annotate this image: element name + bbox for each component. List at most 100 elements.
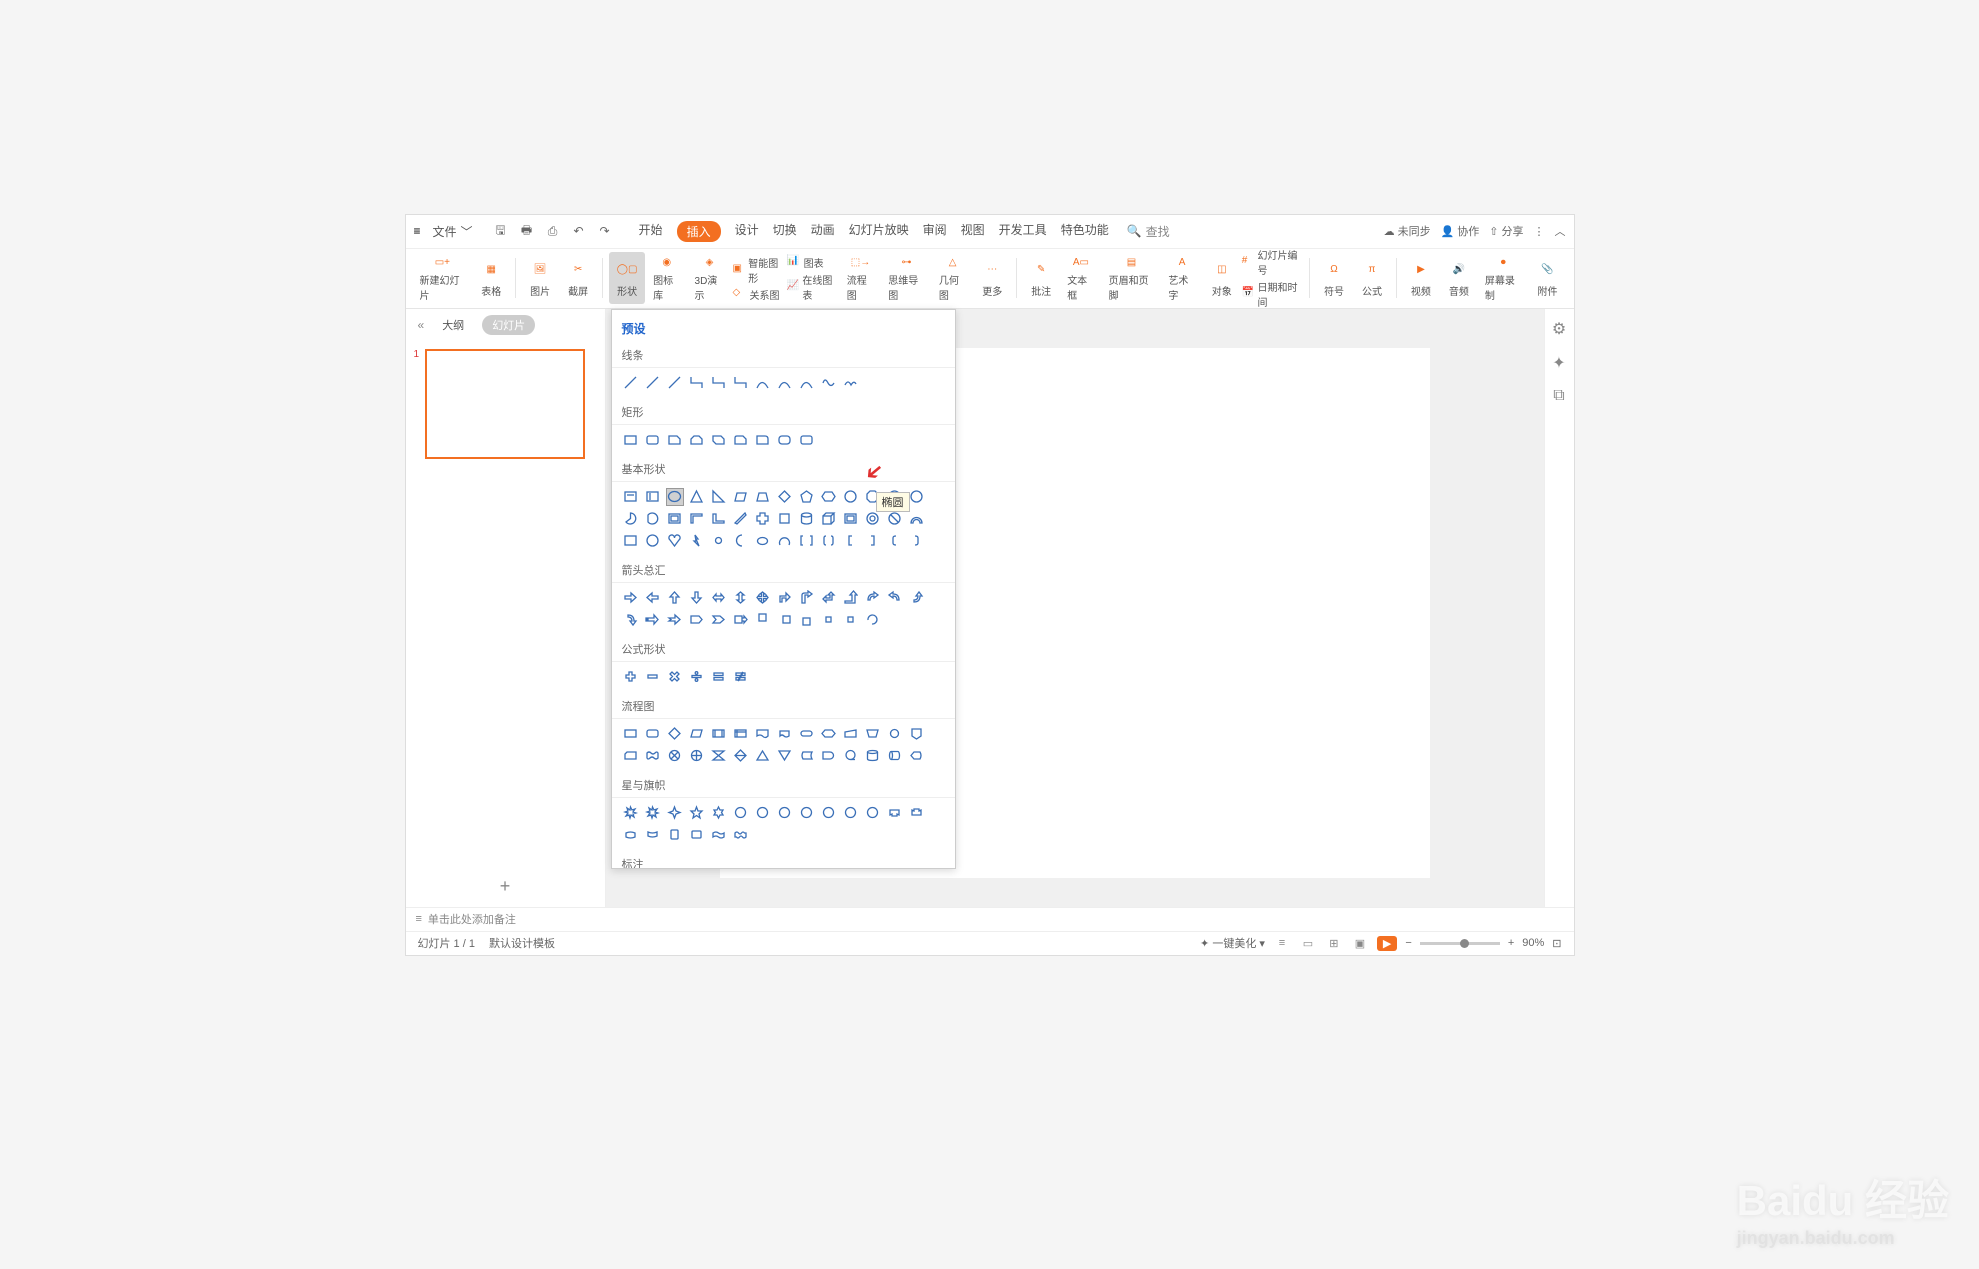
audio-button[interactable]: 🔊音频 [1441, 252, 1477, 304]
shape-arrow-curved-left[interactable] [886, 589, 904, 607]
shape-star5[interactable] [688, 804, 706, 822]
shape-smiley[interactable] [644, 532, 662, 550]
screen-record-button[interactable]: ⏺屏幕录制 [1479, 252, 1528, 304]
zoom-out[interactable]: − [1405, 937, 1411, 949]
3d-button[interactable]: ◈3D演示 [689, 252, 731, 304]
comment-button[interactable]: ✎批注 [1023, 252, 1059, 304]
view-normal-icon[interactable]: ▭ [1299, 934, 1317, 952]
shape-pentagon[interactable] [798, 488, 816, 506]
shape-bevel[interactable] [842, 510, 860, 528]
shape-ribbon-curved-down[interactable] [644, 826, 662, 844]
shape-fc-tape[interactable] [644, 747, 662, 765]
magic-icon[interactable]: ✦ [1552, 353, 1565, 373]
shape-star8[interactable] [754, 804, 772, 822]
more-button[interactable]: ⋯更多 [974, 252, 1010, 304]
collab-button[interactable]: 👤 协作 [1441, 223, 1480, 239]
shape-fc-collate[interactable] [710, 747, 728, 765]
hamburger-icon[interactable]: ≡ [414, 224, 421, 238]
shape-cube[interactable] [820, 510, 838, 528]
shape-bracket-right[interactable] [864, 532, 882, 550]
notes-icon[interactable]: ≡ [416, 913, 422, 925]
wordart-button[interactable]: A艺术字 [1162, 252, 1201, 304]
shape-wave[interactable] [710, 826, 728, 844]
shape-fc-document[interactable] [754, 725, 772, 743]
shape-moon[interactable] [732, 532, 750, 550]
shape-bracket-pair[interactable] [798, 532, 816, 550]
search-box[interactable]: 🔍 查找 [1127, 223, 1170, 240]
save-icon[interactable]: 🖫 [493, 223, 509, 239]
shape-arrow-curved-down[interactable] [622, 611, 640, 629]
sync-status[interactable]: ☁ 未同步 [1384, 223, 1431, 239]
shape-fc-delay[interactable] [820, 747, 838, 765]
shape-fc-sum[interactable] [666, 747, 684, 765]
shape-fc-connector[interactable] [886, 725, 904, 743]
shape-equal[interactable] [710, 668, 728, 686]
shape-frame[interactable] [666, 510, 684, 528]
shape-heptagon[interactable] [842, 488, 860, 506]
shape-dodecagon[interactable] [908, 488, 926, 506]
rel-diagram-button[interactable]: ◇关系图 [733, 287, 785, 302]
shape-round1[interactable] [754, 431, 772, 449]
shape-block-arc[interactable] [908, 510, 926, 528]
shape-arrow-callout-r[interactable] [732, 611, 750, 629]
shape-arrow-callout-quad[interactable] [842, 611, 860, 629]
shape-arrow-callout-l[interactable] [776, 611, 794, 629]
shape-hexagon[interactable] [820, 488, 838, 506]
shape-fc-terminator[interactable] [798, 725, 816, 743]
shape-fc-data[interactable] [688, 725, 706, 743]
more-icon[interactable]: ⋮ [1534, 225, 1545, 238]
shape-fc-process[interactable] [622, 725, 640, 743]
view-reading-icon[interactable]: ▣ [1351, 934, 1369, 952]
attachment-button[interactable]: 📎附件 [1530, 252, 1566, 304]
shape-arrow-bent-up[interactable] [842, 589, 860, 607]
shape-arrow-notched[interactable] [666, 611, 684, 629]
shape-fc-prep[interactable] [820, 725, 838, 743]
chart-button[interactable]: 📊图表 [787, 255, 839, 270]
textbox-button[interactable]: A▭文本框 [1061, 252, 1100, 304]
tab-features[interactable]: 特色功能 [1061, 221, 1109, 242]
shape-arrow-quad[interactable] [754, 589, 772, 607]
object-button[interactable]: ◫对象 [1204, 252, 1240, 304]
new-slide-button[interactable]: ▭+新建幻灯片 [414, 252, 472, 304]
play-button[interactable]: ▶ [1377, 936, 1397, 951]
shape-arrow-up[interactable] [666, 589, 684, 607]
zoom-in[interactable]: + [1508, 937, 1514, 949]
shape-arrow-curved-up[interactable] [908, 589, 926, 607]
shape-not-equal[interactable] [732, 668, 750, 686]
shape-snip-round[interactable] [732, 431, 750, 449]
notes-placeholder[interactable]: 单击此处添加备注 [428, 911, 516, 927]
zoom-value[interactable]: 90% [1522, 937, 1544, 949]
formula-button[interactable]: π公式 [1354, 252, 1390, 304]
view-sorter-icon[interactable]: ⊞ [1325, 934, 1343, 952]
shape-chord[interactable] [644, 510, 662, 528]
tab-transition[interactable]: 切换 [773, 221, 797, 242]
shape-arrow-updown[interactable] [732, 589, 750, 607]
shape-sun[interactable] [710, 532, 728, 550]
shape-trapezoid[interactable] [754, 488, 772, 506]
shape-arrow-leftright[interactable] [710, 589, 728, 607]
shape-vtextbox[interactable] [644, 488, 662, 506]
beautify-button[interactable]: ✦ 一键美化 ▾ [1200, 935, 1265, 951]
shape-diag-stripe[interactable] [732, 510, 750, 528]
shape-arrow-callout-lr[interactable] [820, 611, 838, 629]
shape-fc-directaccess[interactable] [886, 747, 904, 765]
shape-line[interactable] [622, 374, 640, 392]
shape-brace-right[interactable] [908, 532, 926, 550]
smart-graphics-button[interactable]: ▣智能图形 [733, 255, 785, 285]
shape-line-arrow[interactable] [644, 374, 662, 392]
shape-fc-decision[interactable] [666, 725, 684, 743]
zoom-slider[interactable] [1420, 942, 1500, 945]
icon-lib-button[interactable]: ◉图标库 [647, 252, 686, 304]
shape-star10[interactable] [776, 804, 794, 822]
shape-snip1[interactable] [666, 431, 684, 449]
shape-arrow-striped[interactable] [644, 611, 662, 629]
shape-fc-card[interactable] [622, 747, 640, 765]
shape-rect[interactable] [622, 431, 640, 449]
tab-design[interactable]: 设计 [735, 221, 759, 242]
shape-brace-pair[interactable] [820, 532, 838, 550]
shape-arrow-circular[interactable] [864, 611, 882, 629]
shape-scribble[interactable] [842, 374, 860, 392]
tab-view[interactable]: 视图 [961, 221, 985, 242]
collapse-ribbon-icon[interactable]: ︿ [1555, 223, 1566, 239]
shape-fc-merge[interactable] [776, 747, 794, 765]
